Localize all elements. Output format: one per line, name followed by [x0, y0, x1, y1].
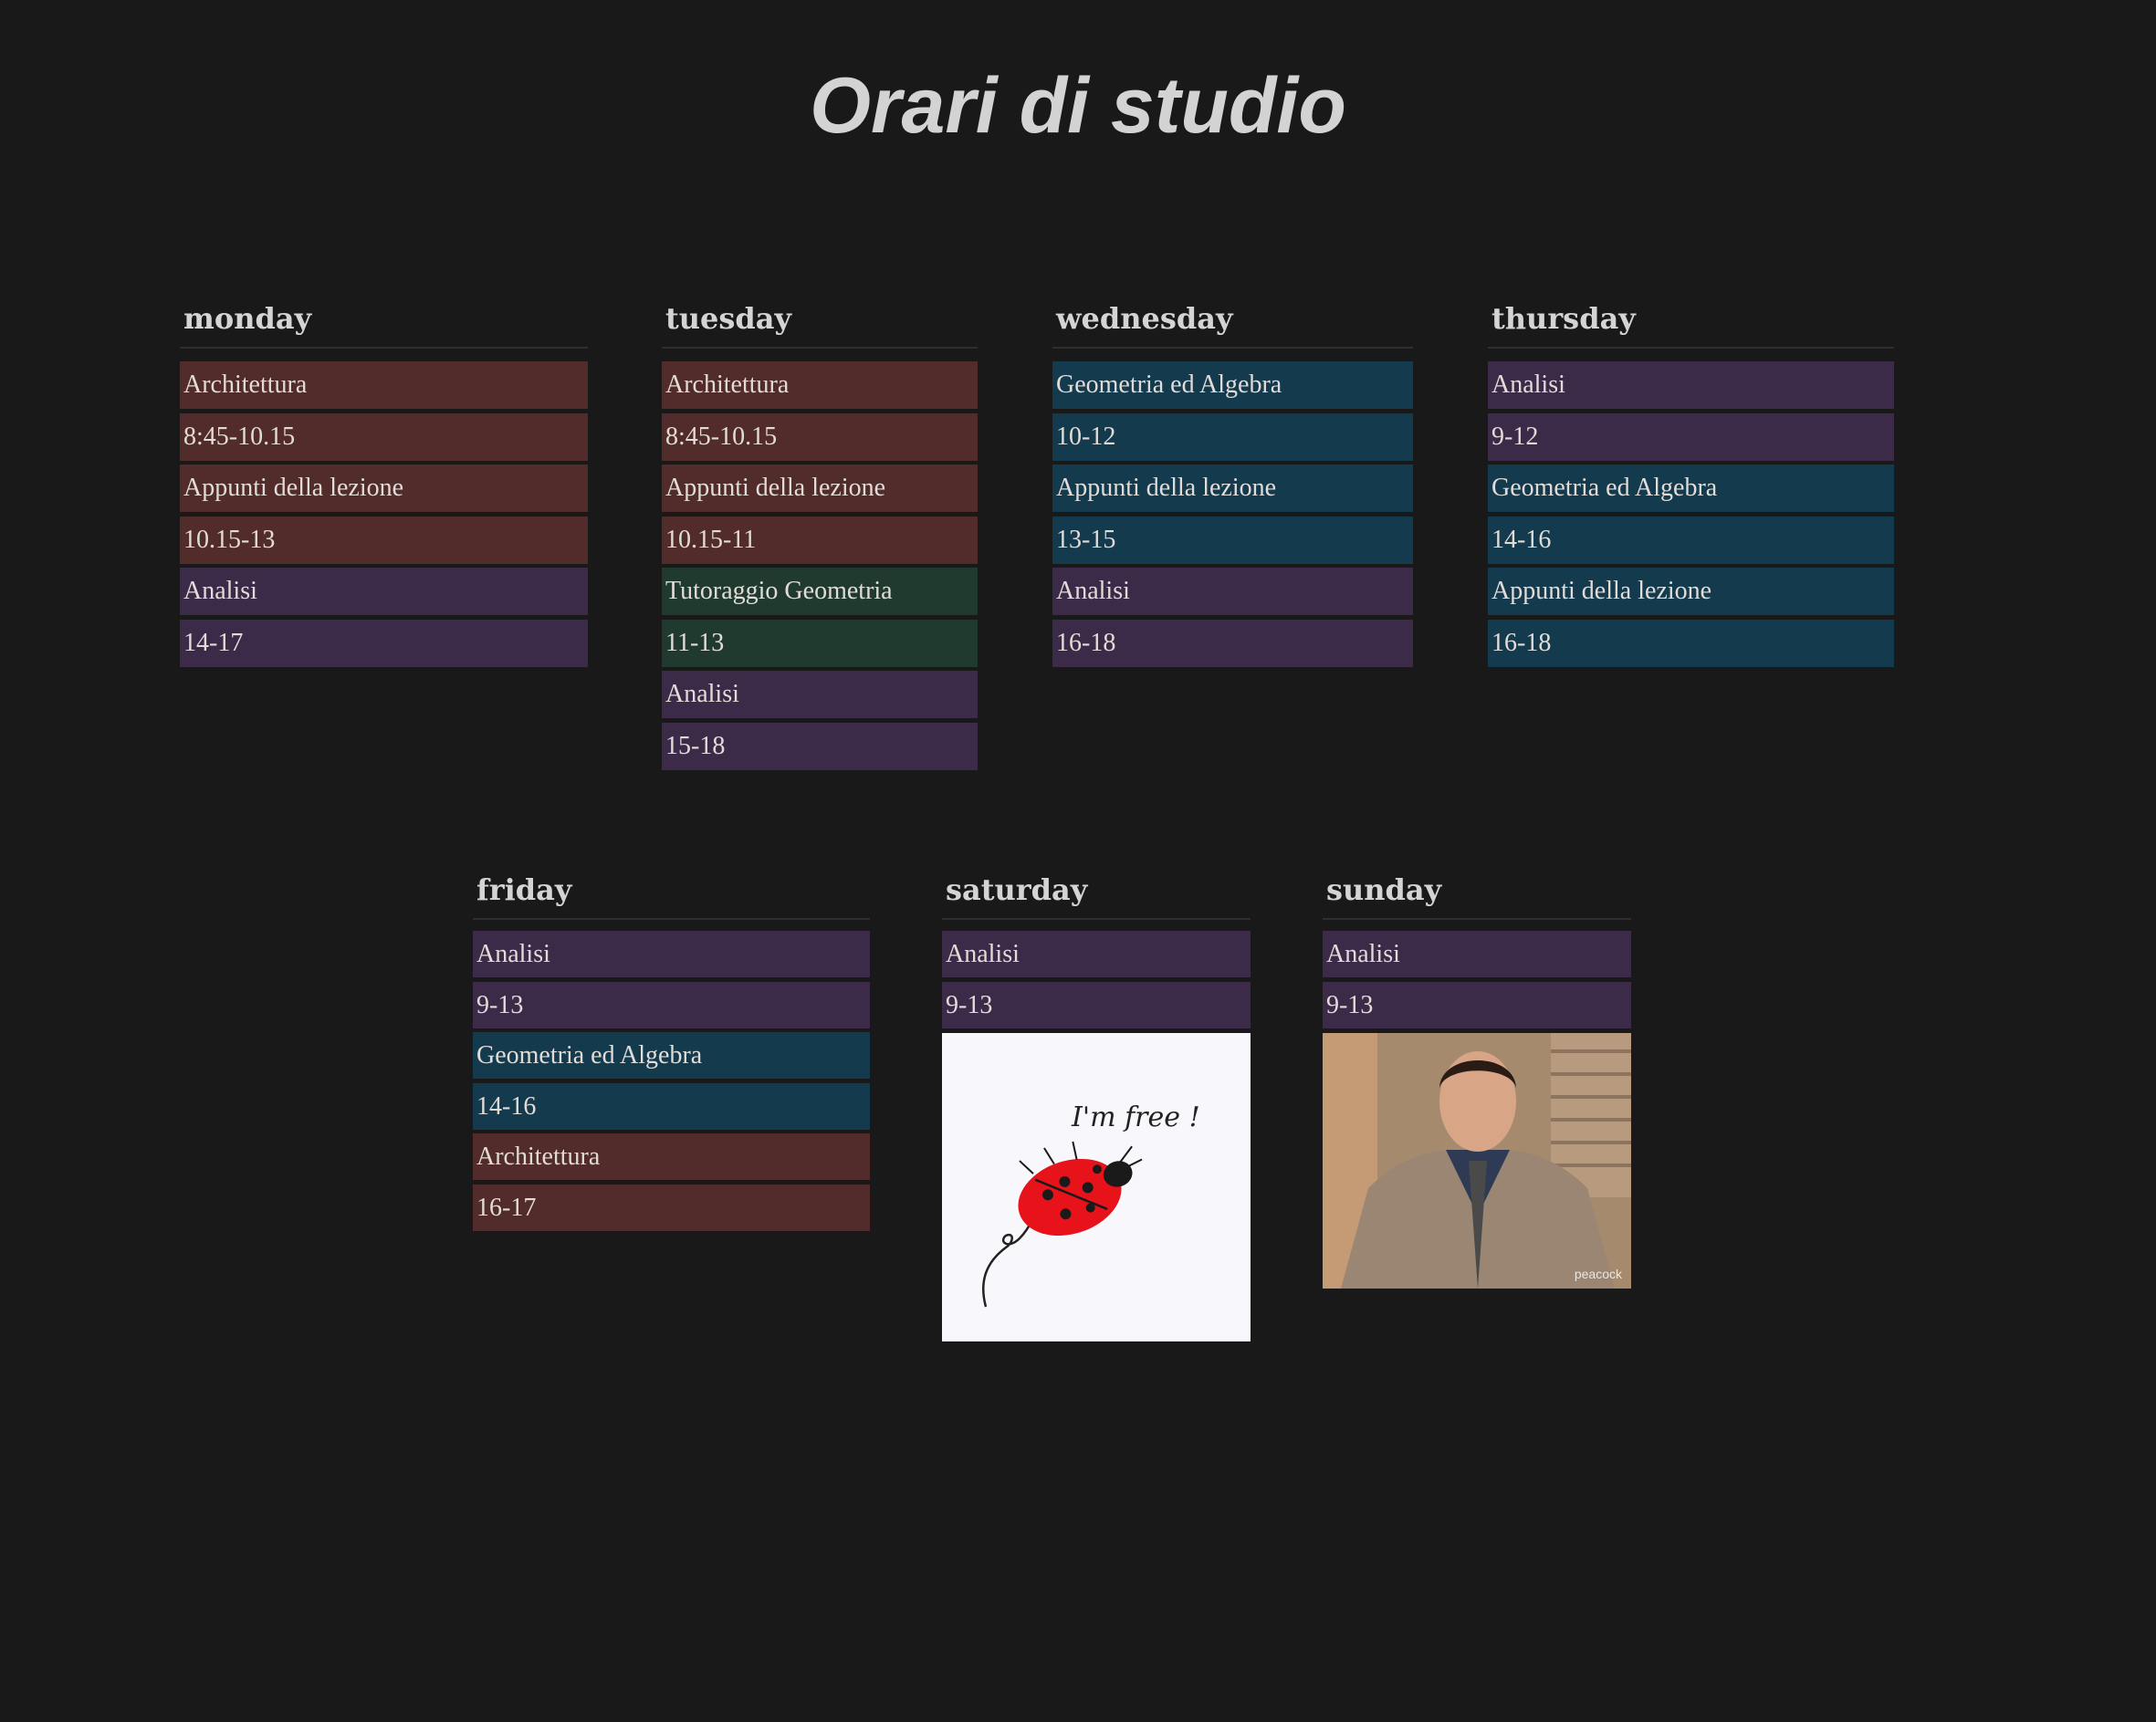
schedule-item[interactable]: Geometria ed Algebra	[473, 1032, 870, 1079]
schedule-item[interactable]: 9-13	[473, 981, 870, 1028]
schedule-item[interactable]: 10.15-11	[662, 516, 978, 564]
schedule-item[interactable]: Analisi	[473, 931, 870, 977]
watermark-label: peacock	[1574, 1266, 1622, 1281]
schedule-item[interactable]: 14-16	[473, 1082, 870, 1130]
schedule-item[interactable]: Appunti della lezione	[1488, 568, 1894, 615]
schedule-item[interactable]: Analisi	[942, 931, 1251, 977]
image-caption: I'm free !	[1071, 1101, 1200, 1133]
day-column-sunday: sunday Analisi 9-13 peacock	[1323, 860, 1631, 1289]
schedule-item[interactable]: Analisi	[1052, 568, 1413, 615]
day-column-tuesday: tuesday Architettura 8:45-10.15 Appunti …	[662, 288, 978, 774]
schedule-item[interactable]: Tutoraggio Geometria	[662, 568, 978, 615]
schedule-item[interactable]: 8:45-10.15	[180, 412, 588, 461]
schedule-item[interactable]: Architettura	[180, 361, 588, 409]
schedule-item[interactable]: Analisi	[180, 568, 588, 615]
schedule-item[interactable]: 10-12	[1052, 412, 1413, 461]
ladybug-image: I'm free !	[942, 1032, 1251, 1341]
schedule-item[interactable]: 14-16	[1488, 516, 1894, 564]
day-column-friday: friday Analisi 9-13 Geometria ed Algebra…	[473, 860, 870, 1235]
day-header-tuesday: tuesday	[662, 288, 978, 349]
schedule-item[interactable]: Appunti della lezione	[662, 464, 978, 512]
day-header-saturday: saturday	[942, 860, 1251, 920]
schedule-item[interactable]: 16-17	[473, 1184, 870, 1231]
page-title: Orari di studio	[810, 62, 1346, 150]
day-header-sunday: sunday	[1323, 860, 1631, 920]
schedule-item[interactable]: 16-18	[1488, 619, 1894, 667]
day-header-thursday: thursday	[1488, 288, 1894, 349]
schedule-item[interactable]: 15-18	[662, 722, 978, 770]
schedule-item[interactable]: 10.15-13	[180, 516, 588, 564]
ladybug-icon: I'm free !	[981, 1101, 1200, 1307]
schedule-item[interactable]: 9-13	[1323, 981, 1631, 1028]
day-header-wednesday: wednesday	[1052, 288, 1413, 349]
schedule-item[interactable]: 8:45-10.15	[662, 412, 978, 461]
schedule-item[interactable]: Architettura	[662, 361, 978, 409]
day-column-wednesday: wednesday Geometria ed Algebra 10-12 App…	[1052, 288, 1413, 671]
schedule-item[interactable]: Geometria ed Algebra	[1052, 361, 1413, 409]
schedule-item[interactable]: 11-13	[662, 619, 978, 667]
schedule-item[interactable]: Appunti della lezione	[180, 464, 588, 512]
schedule-item[interactable]: 14-17	[180, 619, 588, 667]
schedule-item[interactable]: Analisi	[1323, 931, 1631, 977]
schedule-item[interactable]: Analisi	[1488, 361, 1894, 409]
day-column-saturday: saturday Analisi 9-13 I'm free !	[942, 860, 1251, 1341]
schedule-item[interactable]: 9-12	[1488, 412, 1894, 461]
schedule-item[interactable]: 9-13	[942, 981, 1251, 1028]
schedule-item[interactable]: 16-18	[1052, 619, 1413, 667]
schedule-item[interactable]: Appunti della lezione	[1052, 464, 1413, 512]
person-image-icon	[1323, 1032, 1631, 1289]
schedule-item[interactable]: 13-15	[1052, 516, 1413, 564]
day-column-thursday: thursday Analisi 9-12 Geometria ed Algeb…	[1488, 288, 1894, 671]
schedule-item[interactable]: Geometria ed Algebra	[1488, 464, 1894, 512]
schedule-item[interactable]: Architettura	[473, 1133, 870, 1180]
day-column-monday: monday Architettura 8:45-10.15 Appunti d…	[180, 288, 588, 671]
day-header-monday: monday	[180, 288, 588, 349]
schedule-item[interactable]: Analisi	[662, 671, 978, 718]
michael-scott-gif: peacock	[1323, 1032, 1631, 1289]
day-header-friday: friday	[473, 860, 870, 920]
